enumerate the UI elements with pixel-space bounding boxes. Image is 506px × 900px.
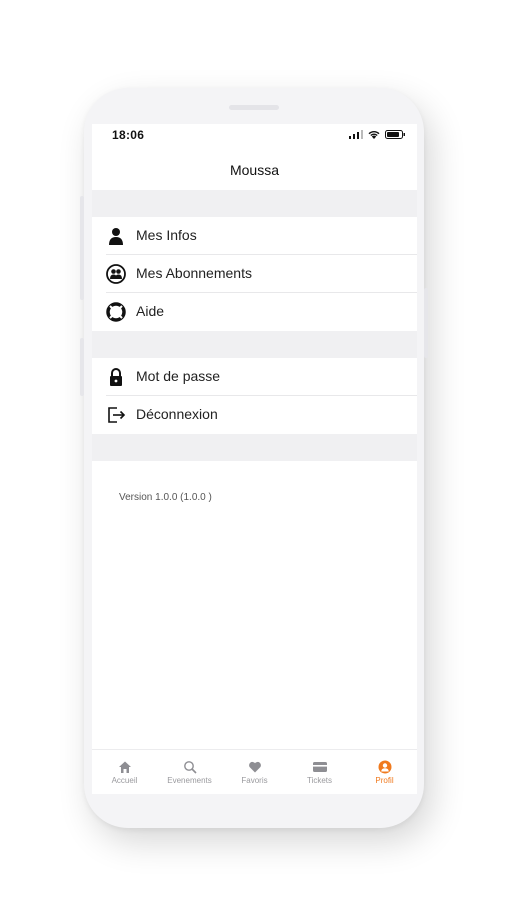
section-spacer bbox=[92, 331, 417, 358]
app-screen: 18:06 Moussa Mes Infos Mes Abonnements A… bbox=[92, 124, 417, 794]
menu-item-deconnexion[interactable]: Déconnexion bbox=[92, 396, 417, 434]
group-icon bbox=[106, 264, 126, 284]
menu-item-mot-de-passe[interactable]: Mot de passe bbox=[92, 358, 417, 396]
section-spacer bbox=[92, 190, 417, 217]
ticket-icon bbox=[312, 762, 327, 772]
lifebuoy-icon bbox=[106, 302, 126, 322]
tab-label: Accueil bbox=[111, 776, 138, 785]
tab-label: Evenements bbox=[167, 776, 212, 785]
menu-item-label: Mes Abonnements bbox=[136, 265, 252, 281]
heart-icon bbox=[248, 761, 261, 773]
menu-item-aide[interactable]: Aide bbox=[92, 293, 417, 331]
wifi-icon bbox=[368, 131, 380, 139]
lock-icon bbox=[110, 368, 122, 386]
version-label: Version 1.0.0 (1.0.0 ) bbox=[119, 492, 212, 503]
person-icon bbox=[109, 228, 123, 245]
power-button bbox=[424, 288, 428, 358]
tab-label: Profil bbox=[375, 776, 394, 785]
logout-icon bbox=[108, 407, 126, 423]
section-spacer bbox=[92, 434, 417, 461]
tab-bar: Accueil Evenements Favoris Tickets Profi… bbox=[92, 749, 417, 794]
tab-evenements[interactable]: Evenements bbox=[157, 750, 222, 794]
side-button bbox=[80, 338, 84, 396]
status-time: 18:06 bbox=[112, 128, 145, 142]
volume-button bbox=[80, 196, 84, 300]
menu-item-mes-abonnements[interactable]: Mes Abonnements bbox=[92, 255, 417, 293]
profile-icon bbox=[378, 760, 391, 774]
menu-item-label: Mot de passe bbox=[136, 368, 221, 384]
status-bar: 18:06 bbox=[92, 124, 417, 148]
menu-item-mes-infos[interactable]: Mes Infos bbox=[92, 217, 417, 255]
home-icon bbox=[118, 761, 131, 773]
tab-tickets[interactable]: Tickets bbox=[287, 750, 352, 794]
signal-icon bbox=[349, 130, 363, 139]
tab-accueil[interactable]: Accueil bbox=[92, 750, 157, 794]
tab-label: Favoris bbox=[241, 776, 268, 785]
menu-item-label: Aide bbox=[136, 303, 165, 319]
speaker-grille bbox=[229, 105, 279, 110]
tab-label: Tickets bbox=[306, 776, 333, 785]
tab-favoris[interactable]: Favoris bbox=[222, 750, 287, 794]
battery-icon bbox=[385, 130, 405, 139]
menu-item-label: Mes Infos bbox=[136, 227, 197, 243]
page-title: Moussa bbox=[229, 162, 280, 178]
menu-item-label: Déconnexion bbox=[136, 406, 218, 422]
search-icon bbox=[183, 761, 197, 774]
tab-profil[interactable]: Profil bbox=[352, 750, 417, 794]
